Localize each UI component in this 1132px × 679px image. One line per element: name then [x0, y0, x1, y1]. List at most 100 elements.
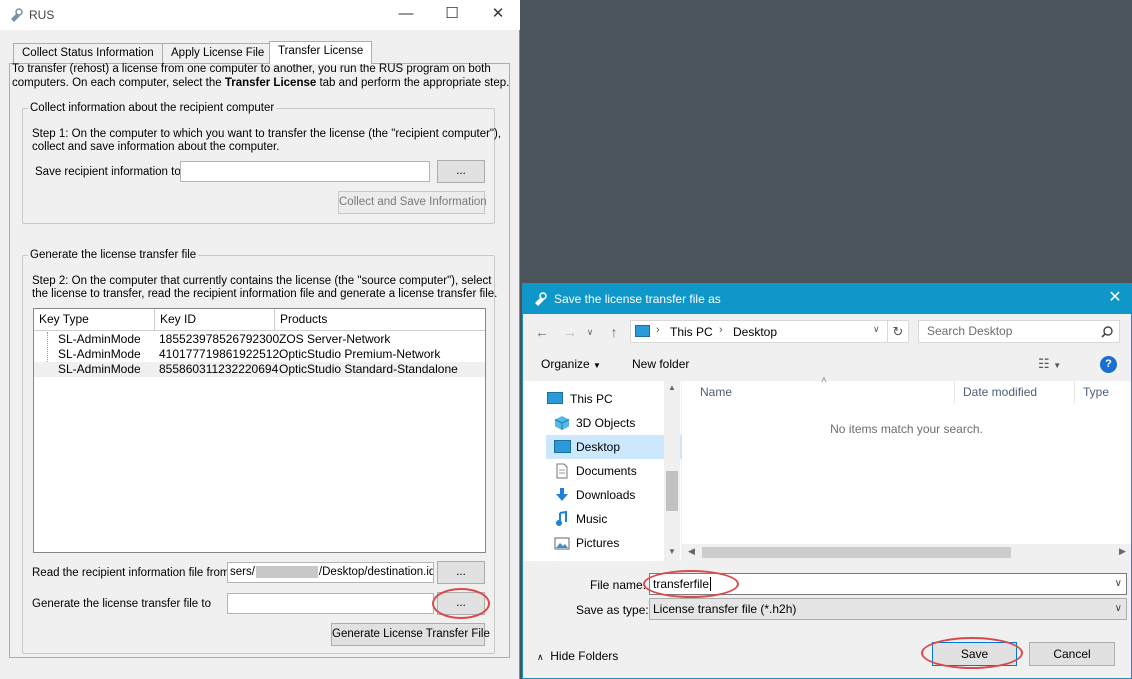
file-list-pane[interactable]: Name ˄ Date modified Type No items match… [682, 375, 1131, 561]
computer-icon [547, 392, 563, 404]
nav-label: Downloads [576, 488, 636, 502]
license-row[interactable]: SL-AdminMode 185523978526792300 ZOS Serv… [34, 332, 485, 347]
tab-collect-status[interactable]: Collect Status Information [13, 43, 163, 63]
save-as-type-value: License transfer file (*.h2h) [653, 602, 797, 616]
rus-window: RUS ― ☐ ✕ Collect Status Information App… [0, 0, 520, 679]
nav-music[interactable]: Music [546, 507, 676, 531]
scroll-left-icon[interactable]: ◀ [688, 546, 695, 557]
nav-label: Pictures [576, 536, 620, 550]
collect-save-button[interactable]: Collect and Save Information [338, 191, 487, 214]
generate-file-input[interactable] [227, 593, 434, 614]
chevron-down-icon[interactable]: ∨ [1115, 574, 1122, 594]
step1-text: collect and save information about the c… [32, 141, 280, 153]
new-folder-button[interactable]: New folder [632, 357, 689, 371]
column-key-type[interactable]: Key Type [34, 309, 155, 331]
license-row[interactable]: SL-AdminMode 410177719861922512 OpticStu… [34, 347, 485, 362]
license-row-selected[interactable]: SL-AdminMode 855860311232220694 OpticStu… [34, 362, 485, 377]
intro-text: computers. On each computer, select the [12, 77, 225, 89]
cancel-button[interactable]: Cancel [1029, 642, 1115, 666]
nav-pictures[interactable]: Pictures [546, 531, 676, 555]
close-icon[interactable]: ✕ [475, 0, 521, 30]
app-icon [535, 292, 547, 306]
maximize-icon[interactable]: ☐ [429, 0, 475, 30]
save-as-type-select[interactable]: License transfer file (*.h2h) ∨ [649, 598, 1127, 620]
column-type[interactable]: Type [1075, 381, 1131, 403]
path-suffix: /Desktop/destination.id [318, 566, 434, 578]
recent-chevron-icon[interactable]: ∨ [583, 321, 597, 343]
forward-icon[interactable]: → [559, 321, 581, 343]
nav-3d-objects[interactable]: 3D Objects [546, 411, 676, 435]
save-recipient-label: Save recipient information to [35, 166, 181, 178]
view-options-icon[interactable]: ☷ ▼ [1038, 356, 1061, 372]
intro-text-line2: computers. On each computer, select the … [12, 77, 509, 89]
step2-text: the license to transfer, read the recipi… [32, 288, 498, 300]
back-icon[interactable]: ← [531, 321, 553, 343]
breadcrumb-this-pc[interactable]: This PC [670, 325, 713, 339]
key-id-cell: 410177719861922512 [159, 347, 280, 361]
picture-icon [554, 537, 570, 550]
refresh-icon[interactable]: ↻ [888, 320, 909, 343]
search-placeholder: Search Desktop [927, 324, 1013, 338]
scroll-down-icon[interactable]: ▼ [668, 547, 676, 556]
browse-save-button[interactable]: ... [437, 160, 485, 183]
nav-scrollbar[interactable]: ▲ ▼ [664, 381, 680, 561]
music-icon [556, 511, 567, 526]
nav-label: Music [576, 512, 608, 526]
product-cell: OpticStudio Standard-Standalone [279, 362, 458, 376]
nav-downloads[interactable]: Downloads [546, 483, 676, 507]
search-input[interactable]: Search Desktop [918, 320, 1120, 343]
file-name-value: transferfile [653, 577, 710, 591]
read-file-label: Read the recipient information file from [32, 567, 230, 579]
intro-text: tab and perform the appropriate step. [316, 77, 510, 89]
download-icon [556, 488, 568, 501]
breadcrumb-separator: › [656, 324, 660, 336]
scroll-up-icon[interactable]: ▲ [668, 383, 676, 392]
sort-ascending-icon: ˄ [821, 375, 827, 386]
path-prefix: sers/ [230, 566, 255, 578]
browse-read-button[interactable]: ... [437, 561, 485, 584]
key-id-cell: 185523978526792300 [159, 332, 280, 346]
app-icon [11, 8, 23, 22]
key-type-cell: SL-AdminMode [58, 347, 141, 361]
nav-documents[interactable]: Documents [546, 459, 676, 483]
help-icon[interactable]: ? [1100, 356, 1117, 373]
rus-title-bar[interactable]: RUS ― ☐ ✕ [0, 0, 520, 30]
minimize-icon[interactable]: ― [383, 0, 429, 30]
save-as-type-label: Save as type: [576, 603, 649, 617]
generate-file-label: Generate the license transfer file to [32, 598, 211, 610]
file-name-input[interactable]: transferfile ∨ [649, 573, 1127, 595]
generate-transfer-button[interactable]: Generate License Transfer File [331, 623, 490, 646]
save-recipient-input[interactable] [180, 161, 430, 182]
organize-menu[interactable]: Organize ▼ [541, 357, 601, 371]
scroll-right-icon[interactable]: ▶ [1119, 546, 1126, 557]
search-icon [1101, 326, 1113, 338]
license-list[interactable]: Key Type Key ID Products SL-AdminMode 18… [33, 308, 486, 553]
tab-apply-license[interactable]: Apply License File [162, 43, 274, 63]
key-type-cell: SL-AdminMode [58, 332, 141, 346]
horizontal-scrollbar[interactable]: ◀ ▶ [682, 544, 1131, 561]
up-icon[interactable]: ↑ [603, 321, 625, 343]
dialog-title-bar[interactable]: Save the license transfer file as ✕ [523, 284, 1131, 314]
column-products[interactable]: Products [275, 309, 485, 331]
step1-text: Step 1: On the computer to which you wan… [32, 128, 502, 140]
nav-this-pc[interactable]: This PC [541, 387, 671, 411]
scrollbar-thumb[interactable] [666, 471, 678, 511]
chevron-down-icon[interactable]: ∨ [873, 324, 880, 335]
computer-icon [635, 325, 650, 337]
column-key-id[interactable]: Key ID [155, 309, 275, 331]
product-cell: ZOS Server-Network [279, 332, 391, 346]
desktop-icon [554, 440, 571, 453]
scrollbar-thumb[interactable] [702, 547, 1011, 558]
hide-folders-toggle[interactable]: ∧ Hide Folders [537, 649, 618, 663]
tab-transfer-license[interactable]: Transfer License [269, 41, 373, 64]
read-file-input[interactable]: sers/ /Desktop/destination.id [227, 562, 434, 583]
address-bar[interactable]: › This PC › Desktop ∨ [630, 320, 888, 343]
column-date-modified[interactable]: Date modified [955, 381, 1075, 403]
nav-label: Desktop [576, 440, 621, 454]
breadcrumb-desktop[interactable]: Desktop [733, 325, 777, 339]
chevron-up-icon: ∧ [537, 652, 544, 662]
document-icon [556, 463, 568, 479]
close-icon[interactable]: ✕ [1105, 288, 1125, 308]
browse-generate-button[interactable]: ... [437, 592, 485, 615]
save-button[interactable]: Save [932, 642, 1017, 666]
